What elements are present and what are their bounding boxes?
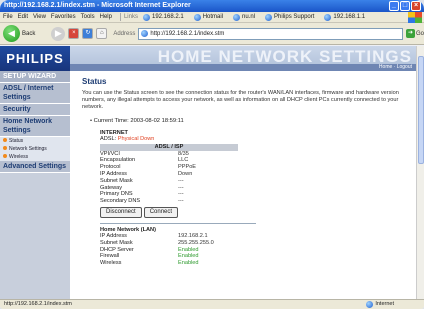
sidebar-item-security[interactable]: Security xyxy=(0,104,70,116)
table-row: Protocol PPPoE xyxy=(100,164,197,171)
link-hotmail[interactable]: Hotmail xyxy=(193,12,228,22)
window-title: http://192.168.2.1/index.stm - Microsoft… xyxy=(4,2,191,9)
table-row: Encapsulation LLC xyxy=(100,157,189,164)
links-label: Links xyxy=(123,13,138,20)
ie-icon xyxy=(141,30,149,37)
menu-favorites[interactable]: Favorites xyxy=(51,12,76,22)
menu-tools[interactable]: Tools xyxy=(81,12,95,22)
minimize-button[interactable]: _ xyxy=(389,1,399,11)
title-bar: http://192.168.2.1/index.stm - Microsoft… xyxy=(0,0,424,12)
adsl-table: ADSL / ISP VPI/VCI 8/35 Encapsulation LLC … xyxy=(100,143,238,205)
philips-logo: PHILIPS xyxy=(0,46,70,71)
globe-icon xyxy=(366,301,374,308)
table-row: Wireless Enabled xyxy=(100,260,199,267)
divider xyxy=(119,13,121,21)
table-row: Subnet Mask 255.255.255.0 xyxy=(100,239,214,246)
ie-icon xyxy=(193,13,201,21)
windows-logo-icon xyxy=(408,12,422,23)
back-label: Back xyxy=(22,30,36,37)
internet-section: INTERNET ADSL: Physical Down ADSL / ISP … xyxy=(100,130,416,267)
maximize-button[interactable]: □ xyxy=(400,1,410,11)
table-header: ADSL / ISP xyxy=(100,143,238,151)
ie-icon xyxy=(233,13,241,21)
connect-button[interactable]: Connect xyxy=(143,206,179,218)
scrollbar-thumb[interactable] xyxy=(418,56,424,164)
zone-label: Internet xyxy=(375,301,394,307)
header-strip xyxy=(70,64,416,71)
table-row: Gateway --- xyxy=(100,184,184,191)
status-url: http://192.168.2.1/index.stm xyxy=(4,301,72,307)
go-arrow-icon: ➜ xyxy=(405,29,415,38)
link-philips-support[interactable]: Philips Support xyxy=(265,12,319,22)
sidebar-item-advanced[interactable]: Advanced Settings xyxy=(0,161,70,173)
bullet-icon xyxy=(3,138,7,142)
ie-icon xyxy=(142,13,150,21)
vertical-scrollbar[interactable] xyxy=(416,46,424,299)
table-row: IP Address Down xyxy=(100,171,193,177)
address-label: Address xyxy=(113,30,136,37)
sidebar: SETUP WIZARD ADSL / Internet Settings Se… xyxy=(0,71,70,299)
sidebar-sub-status[interactable]: Status xyxy=(0,137,70,145)
table-row: Subnet Mask --- xyxy=(100,177,184,184)
close-button[interactable]: × xyxy=(411,1,421,11)
sidebar-sub-wireless[interactable]: Wireless xyxy=(0,153,70,161)
status-bar: http://192.168.2.1/index.stm Internet xyxy=(0,299,424,309)
go-button[interactable]: ➜ Go xyxy=(405,29,424,38)
bullet-icon xyxy=(3,146,7,150)
ie-icon xyxy=(324,13,332,21)
sidebar-item-home-network[interactable]: Home Network Settings xyxy=(0,116,70,137)
intro-text: You can use the Status screen to see the… xyxy=(82,90,399,111)
table-row: IP Address 192.168.2.1 xyxy=(100,232,208,239)
table-row: VPI/VCI 8/35 xyxy=(100,150,189,157)
link-router-2[interactable]: 192.168.1.1 xyxy=(324,12,370,22)
link-router[interactable]: 192.168.2.1 xyxy=(142,12,189,22)
main-panel: Status You can use the Status screen to … xyxy=(70,71,416,299)
table-row: Firewall Enabled xyxy=(100,253,199,260)
refresh-button[interactable]: ↻ xyxy=(82,28,94,39)
current-time: • Current Time: 2003-08-02 18:59:11 xyxy=(90,117,184,124)
sidebar-item-adsl[interactable]: ADSL / Internet Settings xyxy=(0,83,70,104)
toolbar: ◀ Back ▶ × ↻ ⌂ Address http://192.168.2.… xyxy=(0,23,424,45)
menu-view[interactable]: View xyxy=(33,12,46,22)
forward-button[interactable]: ▶ xyxy=(51,26,66,41)
menu-help[interactable]: Help xyxy=(100,12,112,22)
menu-bar: File Edit View Favorites Tools Help Link… xyxy=(0,12,424,23)
back-button[interactable]: ◀ xyxy=(3,25,20,42)
page-header: PHILIPS HOME NETWORK SETTINGS Home · Log… xyxy=(0,46,416,71)
address-input[interactable]: http://192.168.2.1/index.stm xyxy=(138,27,403,40)
disconnect-button[interactable]: Disconnect xyxy=(100,206,142,218)
stop-button[interactable]: × xyxy=(68,28,80,39)
header-links[interactable]: Home · Logout xyxy=(379,64,412,71)
page-content: PHILIPS HOME NETWORK SETTINGS Home · Log… xyxy=(0,46,416,299)
ie-icon xyxy=(265,13,273,21)
header-banner: HOME NETWORK SETTINGS Home · Logout xyxy=(70,46,416,71)
browser-window: http://192.168.2.1/index.stm - Microsoft… xyxy=(0,0,424,309)
table-row: Secondary DNS --- xyxy=(100,198,184,205)
sidebar-item-setup-wizard[interactable]: SETUP WIZARD xyxy=(0,71,70,83)
table-row: DHCP Server Enabled xyxy=(100,246,199,253)
adsl-status: ADSL: Physical Down xyxy=(100,135,155,142)
table-row: Primary DNS --- xyxy=(100,191,184,198)
sidebar-sub-network-settings[interactable]: Network Settings xyxy=(0,145,70,153)
page-title: Status xyxy=(82,77,107,86)
home-button[interactable]: ⌂ xyxy=(96,28,108,39)
menu-file[interactable]: File xyxy=(3,12,13,22)
menu-edit[interactable]: Edit xyxy=(18,12,28,22)
link-nunl[interactable]: nu.nl xyxy=(233,12,260,22)
divider xyxy=(100,222,256,224)
bullet-icon xyxy=(3,154,7,158)
